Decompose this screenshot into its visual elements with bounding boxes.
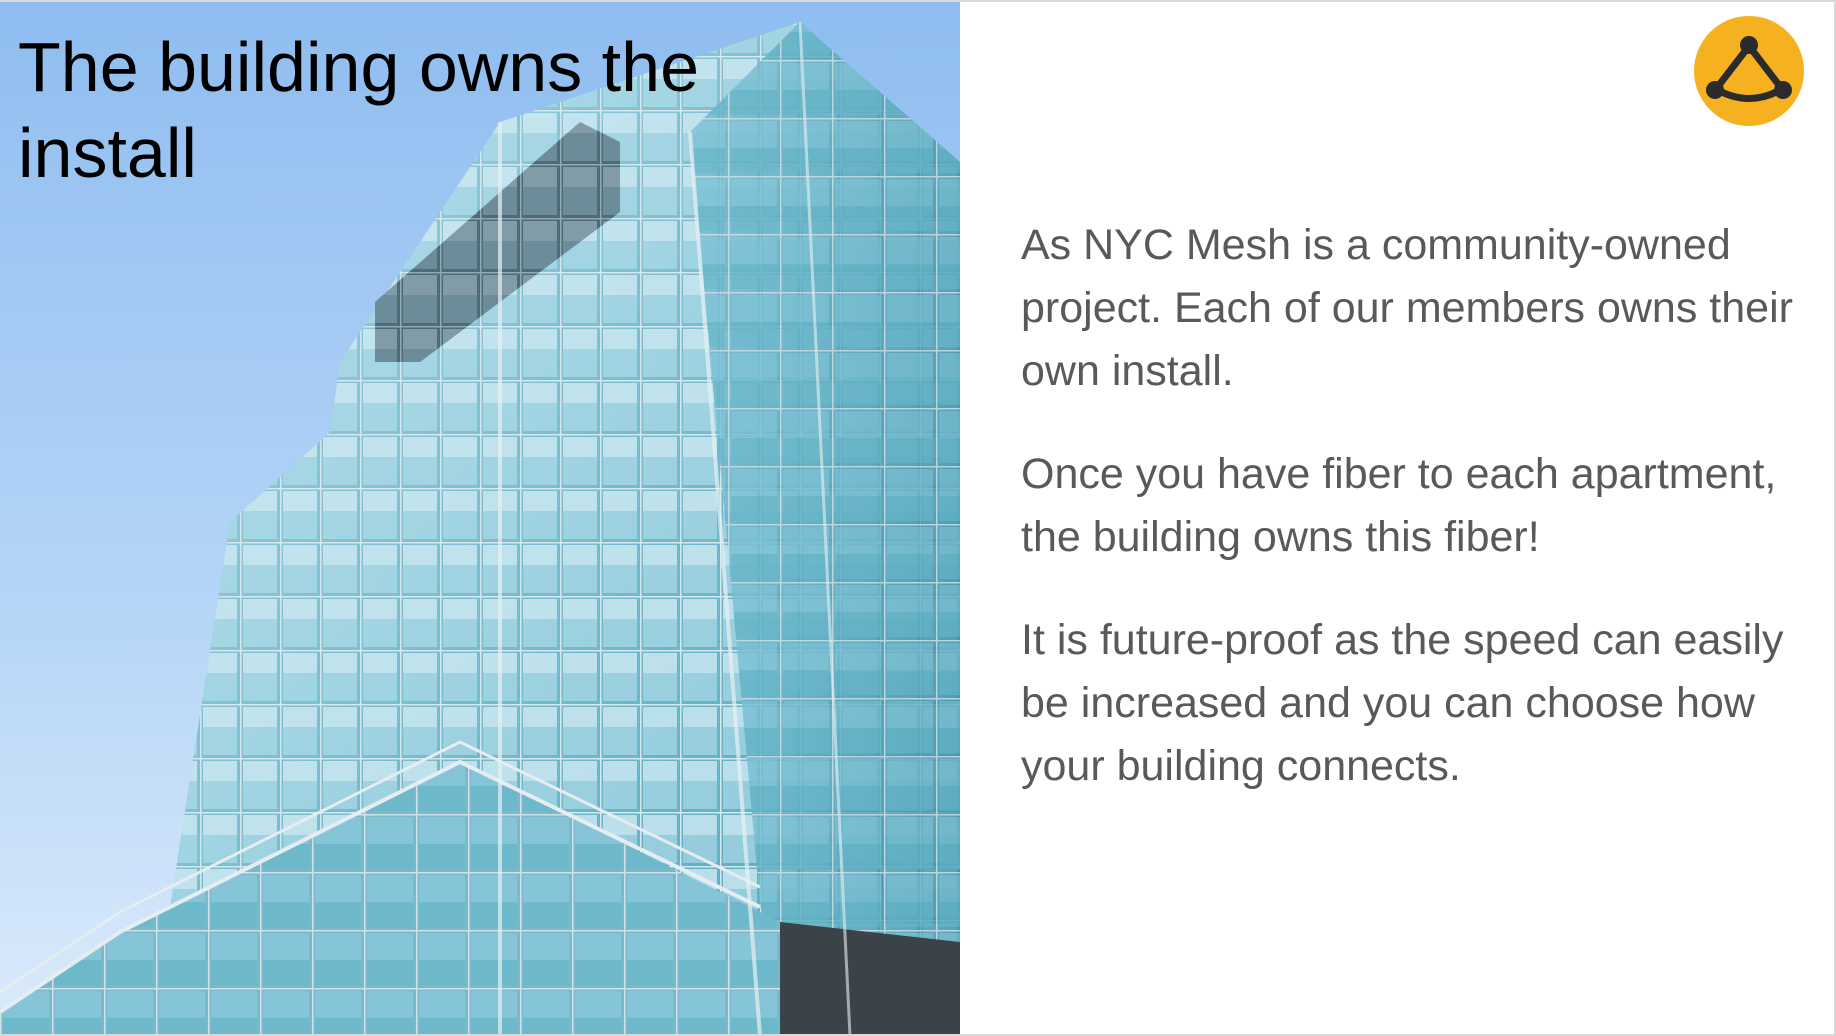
body-paragraph-3: It is future-proof as the speed can easi… xyxy=(1021,616,1784,790)
slide-title: The building owns the install xyxy=(18,28,699,192)
nyc-mesh-logo-icon xyxy=(1694,16,1804,126)
body-paragraph-2: Once you have fiber to each apartment, t… xyxy=(1021,450,1777,561)
body-paragraph-1: As NYC Mesh is a community-owned project… xyxy=(1021,221,1793,395)
slide: The building owns the install As NYC Mes… xyxy=(0,0,1836,1036)
slide-body: As NYC Mesh is a community-owned project… xyxy=(1021,214,1821,838)
